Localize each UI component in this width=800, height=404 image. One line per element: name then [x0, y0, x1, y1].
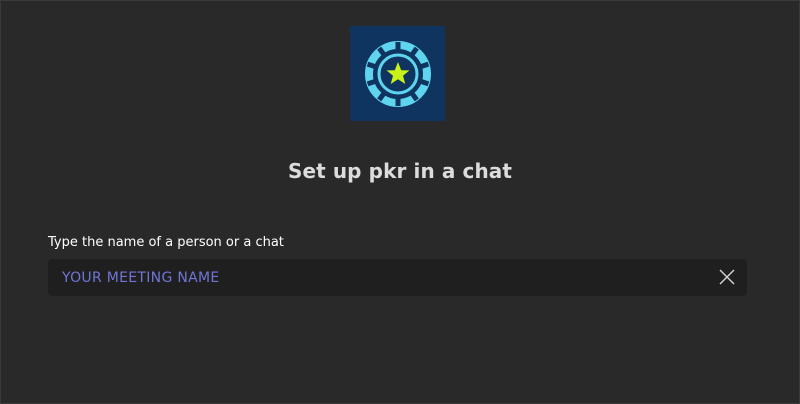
chat-search-field [48, 259, 747, 296]
chat-field-label: Type the name of a person or a chat [48, 235, 284, 250]
dialog-title: Set up pkr in a chat [287, 159, 513, 183]
close-icon [719, 269, 735, 285]
clear-input-button[interactable] [717, 267, 737, 287]
setup-dialog: Set up pkr in a chat Type the name of a … [0, 0, 800, 404]
meeting-name-input[interactable] [48, 259, 698, 296]
app-logo-tile [350, 26, 445, 121]
poker-chip-star-icon [364, 40, 431, 107]
